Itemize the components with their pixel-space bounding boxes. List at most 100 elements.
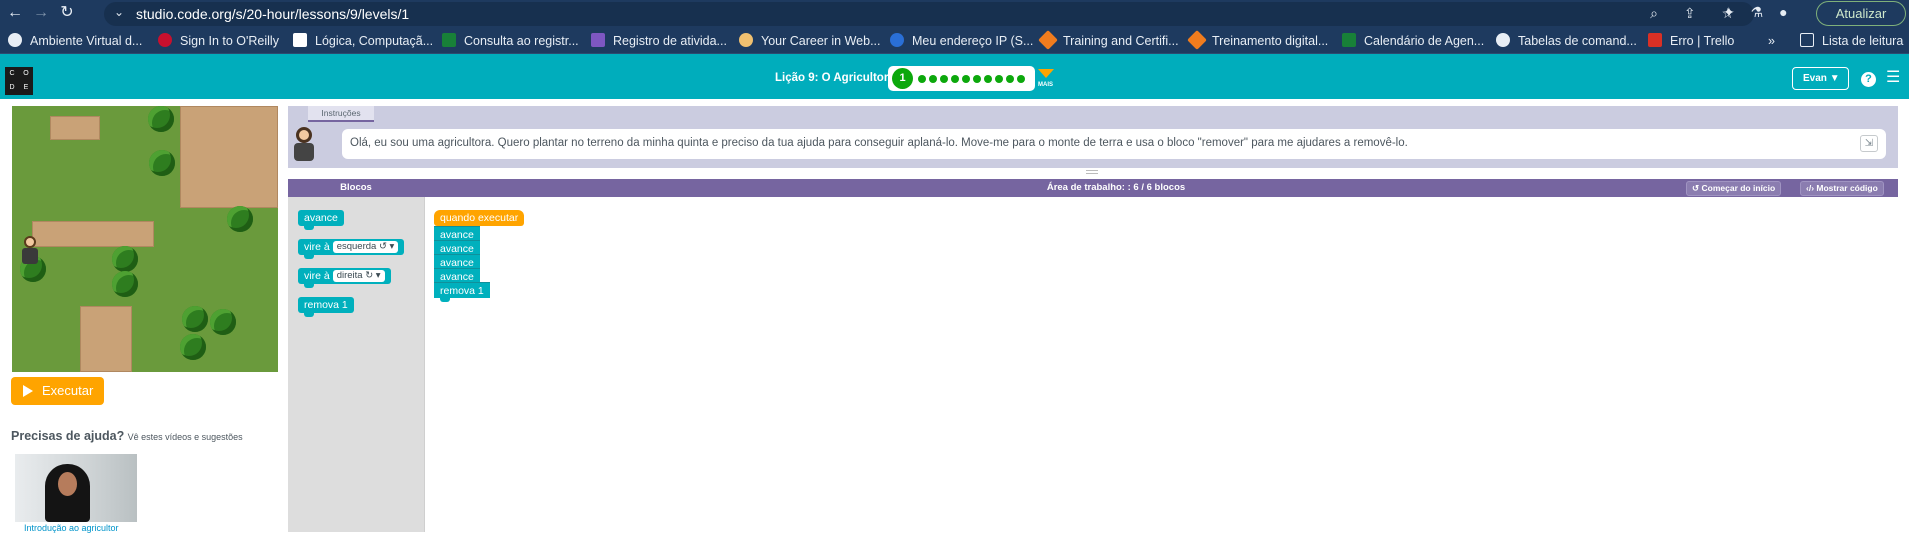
bookmark-favicon-icon [1038,30,1058,50]
bookmark-item[interactable]: Tabelas de comand... [1496,31,1637,51]
bookmark-item[interactable]: Sign In to O'Reilly [158,31,279,51]
level-dot[interactable] [984,75,992,83]
toolbox-block-avance[interactable]: avance [298,210,344,230]
site-info-icon[interactable]: ⌄ [114,5,124,19]
bookmark-favicon-icon [1496,33,1510,47]
collapse-instructions-icon[interactable]: ⇲ [1860,135,1878,152]
labs-icon[interactable]: ⚗ [1751,4,1764,20]
bookmark-item[interactable]: Consulta ao registr... [442,31,579,51]
block-label: remova 1 [440,285,484,297]
hamburger-menu-icon[interactable]: ☰ [1886,70,1900,86]
bookmark-label: Treinamento digital... [1212,34,1329,48]
tree-icon [180,334,206,360]
back-icon[interactable]: ← [4,2,26,24]
bookmark-favicon-icon [1187,30,1207,50]
profile-avatar-icon[interactable]: ● [1779,4,1787,20]
level-dot[interactable] [973,75,981,83]
level-dot[interactable] [1006,75,1014,83]
bookmark-favicon-icon [1648,33,1662,47]
toolbox-block-turn-right[interactable]: vire à direita ↻ ▾ [298,268,391,288]
bookmark-item[interactable]: Erro | Trello [1648,31,1734,51]
toolbox-block-turn-left[interactable]: vire à esquerda ↺ ▾ [298,239,405,259]
bookmark-label: Training and Certifi... [1063,34,1179,48]
toolbox-title: Blocos [288,179,424,197]
bookmark-favicon-icon [1342,33,1356,47]
run-label: Executar [42,383,94,398]
tree-icon [148,106,174,132]
dropdown-value: direita ↻ [336,270,374,281]
video-thumbnail[interactable] [15,454,137,522]
bookmark-favicon-icon [591,33,605,47]
workspace-canvas[interactable]: quando executar avance avance avance ava… [424,197,1898,532]
zoom-icon[interactable]: ⌕ [1650,5,1658,21]
more-label[interactable]: MAIS [1038,82,1053,88]
level-dot[interactable] [951,75,959,83]
user-menu-button[interactable]: Evan ▼ [1792,67,1849,90]
bookmark-item[interactable]: Training and Certifi... [1038,30,1179,51]
show-code-label: Mostrar código [1816,183,1878,193]
bookmark-label: Consulta ao registr... [464,34,579,48]
update-button[interactable]: Atualizar [1816,1,1906,26]
bookmark-item[interactable]: Your Career in Web... [739,31,881,51]
bookmark-favicon-icon [293,33,307,47]
level-dot[interactable] [918,75,926,83]
level-dot[interactable] [995,75,1003,83]
user-name: Evan [1803,73,1827,84]
bookmark-item[interactable]: Lógica, Computaçã... [293,31,433,51]
help-icon[interactable]: ? [1861,72,1876,87]
tab-instructions[interactable]: Instruções [308,106,374,122]
direction-dropdown[interactable]: esquerda ↺ ▾ [332,241,399,253]
reload-icon[interactable]: ↻ [56,2,78,24]
bookmark-favicon-icon [739,33,753,47]
game-canvas [12,106,278,372]
character-avatar [290,127,318,163]
more-arrow-icon[interactable] [1038,69,1054,78]
bookmark-favicon-icon [8,33,22,47]
bookmark-item[interactable]: Meu endereço IP (S... [890,31,1033,51]
bookmark-item[interactable]: Registro de ativida... [591,31,727,51]
bookmark-item[interactable]: Ambiente Virtual d... [8,31,142,51]
toolbox-block-remova[interactable]: remova 1 [298,297,354,317]
direction-dropdown[interactable]: direita ↻ ▾ [332,270,385,282]
forward-icon[interactable]: → [30,2,52,24]
resize-handle[interactable] [1086,170,1098,174]
tree-icon [112,271,138,297]
dirt-tile [80,306,132,372]
more-bookmarks-icon[interactable]: » [1768,31,1775,51]
instructions-panel: Olá, eu sou uma agricultora. Quero plant… [288,122,1898,168]
level-dot[interactable] [962,75,970,83]
lesson-title[interactable]: Lição 9: O Agricultor [775,72,888,84]
bookmark-item[interactable]: Treinamento digital... [1187,30,1329,51]
reading-list[interactable]: Lista de leitura [1800,31,1903,51]
bookmark-label: Lógica, Computaçã... [315,34,434,48]
tree-icon [112,246,138,272]
code-logo[interactable]: C O D E [5,67,33,95]
when-run-block[interactable]: quando executar [434,210,525,226]
workspace-header: Blocos Área de trabalho: : 6 / 6 blocos … [288,179,1898,197]
toolbox: avance vire à esquerda ↺ ▾ vire à direita … [288,197,424,532]
tree-icon [210,309,236,335]
block-label: remova 1 [304,299,348,311]
bookmark-label: Registro de ativida... [613,34,727,48]
bookmark-favicon-icon [442,33,456,47]
extensions-icon[interactable]: ✦ [1723,4,1735,20]
address-bar[interactable]: ⌄ studio.code.org/s/20-hour/lessons/9/le… [104,2,1754,26]
level-dot[interactable] [1017,75,1025,83]
run-button[interactable]: Executar [11,377,104,405]
level-dot[interactable] [940,75,948,83]
show-code-button[interactable]: ‹/› Mostrar código [1800,181,1884,196]
restart-button[interactable]: ↺ Começar do início [1686,181,1782,196]
bookmark-label: Ambiente Virtual d... [30,34,143,48]
dropdown-value: esquerda ↺ [336,241,387,252]
farmer-character [17,236,43,266]
logo-letter: E [23,84,29,91]
bookmark-item[interactable]: Calendário de Agen... [1342,31,1484,51]
current-level-bubble[interactable]: 1 [892,68,913,89]
bookmark-label: Tabelas de comand... [1518,34,1637,48]
bookmark-label: Calendário de Agen... [1364,34,1485,48]
program-block-remova[interactable]: remova 1 [434,282,490,302]
bookmark-favicon-icon [890,33,904,47]
level-dot[interactable] [929,75,937,83]
reading-list-label: Lista de leitura [1822,34,1904,48]
share-icon[interactable]: ⇪ [1684,5,1696,21]
